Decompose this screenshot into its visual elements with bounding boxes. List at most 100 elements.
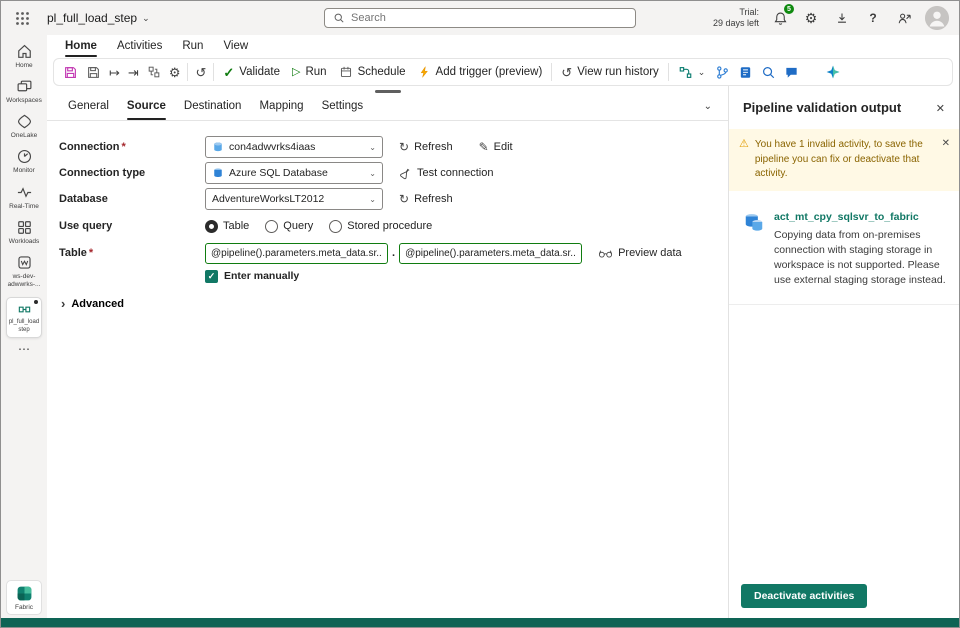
menu-tab-activities[interactable]: Activities (107, 35, 172, 57)
schedule-button[interactable]: Schedule (333, 60, 412, 84)
refresh-icon: ↻ (399, 192, 410, 206)
sidebar-item-workloads[interactable]: Workloads (2, 216, 46, 249)
enter-manually-checkbox[interactable]: ✓ (205, 269, 218, 283)
step-into-button[interactable]: ↦ (105, 60, 124, 84)
radio-table[interactable]: Table (205, 219, 249, 233)
tab-general[interactable]: General (59, 100, 118, 120)
sidebar-label: ws-dev-adwwrks-... (7, 272, 41, 288)
sidebar-item-realtime[interactable]: Real-Time (2, 181, 46, 214)
refresh-label: Refresh (414, 193, 453, 205)
tab-mapping[interactable]: Mapping (250, 100, 312, 120)
document-title[interactable]: pl_full_load_step ⌄ (47, 11, 150, 25)
connection-row: Connection * con4adwvrks4iaas ⌄ ↻ Refresh (59, 134, 728, 160)
tab-destination[interactable]: Destination (175, 100, 251, 120)
view-run-history-button[interactable]: ↺ View run history (555, 60, 665, 84)
sidebar-label: Fabric (14, 604, 34, 611)
sidebar-label: Workspaces (6, 97, 42, 105)
undo-button[interactable]: ↺ (191, 60, 210, 84)
database-row: Database AdventureWorksLT2012 ⌄ ↻ Refres… (59, 186, 728, 212)
dismiss-warning-button[interactable]: ✕ (940, 138, 952, 149)
zoom-button[interactable] (757, 60, 780, 84)
invalid-activity-item: act_mt_cpy_sqlsvr_to_fabric Copying data… (729, 191, 959, 306)
sidebar-item-onelake[interactable]: OneLake (2, 110, 46, 143)
user-avatar[interactable] (925, 6, 949, 30)
run-button[interactable]: ▷ Run (286, 60, 333, 84)
required-asterisk: * (121, 141, 126, 153)
pipeline-validation-panel: Pipeline validation output ✕ ⚠ You have … (728, 86, 959, 618)
share-button[interactable] (894, 8, 914, 28)
collapse-panel-button[interactable]: ⌄ (700, 101, 716, 120)
connection-type-row: Connection type Azure SQL Database ⌄ Tes… (59, 160, 728, 186)
sidebar-item-workspace-ws-dev[interactable]: ws-dev-adwwrks-... (2, 251, 46, 292)
warning-text: You have 1 invalid activity, to save the… (754, 139, 923, 179)
sidebar-more-button[interactable]: ⋯ (18, 341, 30, 356)
close-panel-button[interactable]: ✕ (932, 100, 949, 117)
tab-settings[interactable]: Settings (313, 100, 373, 120)
sidebar-item-home[interactable]: Home (2, 40, 46, 73)
table-schema-input[interactable] (205, 242, 388, 264)
help-button[interactable]: ? (863, 8, 883, 28)
notifications-button[interactable]: 5 (770, 4, 794, 28)
workspace-icon (17, 256, 31, 269)
connection-dropdown[interactable]: con4adwvrks4iaas ⌄ (205, 136, 383, 158)
tab-source[interactable]: Source (118, 100, 175, 120)
view-run-history-label: View run history (577, 66, 659, 78)
use-query-radio-group: Table Query Stored procedure (205, 219, 432, 233)
toolbar-separator (213, 63, 215, 81)
activity-name-link[interactable]: act_mt_cpy_sqlsvr_to_fabric (774, 211, 949, 223)
database-dropdown[interactable]: AdventureWorksLT2012 ⌄ (205, 188, 383, 210)
copilot-button[interactable] (821, 60, 845, 84)
main-area: Home Activities Run View ↦ ⇥ ⚙ ↺ ✓ Valid… (47, 35, 959, 618)
menu-tab-run[interactable]: Run (172, 35, 213, 57)
sidebar-item-monitor[interactable]: Monitor (2, 145, 46, 178)
onelake-icon (17, 114, 31, 129)
app-launcher-icon (15, 11, 29, 25)
refresh-label: Refresh (414, 141, 453, 153)
chat-icon (786, 67, 797, 78)
sidebar-item-fabric[interactable]: Fabric (6, 580, 42, 615)
notebook-button[interactable] (734, 60, 757, 84)
dataflow-menu-button[interactable]: ⌄ (672, 60, 712, 84)
app-launcher-button[interactable] (9, 5, 35, 31)
git-branch-icon (717, 65, 729, 79)
pipeline-settings-button[interactable]: ⚙ (165, 60, 185, 84)
add-trigger-button[interactable]: Add trigger (preview) (412, 60, 549, 84)
save-as-button[interactable] (82, 60, 105, 84)
advanced-toggle[interactable]: › Advanced (61, 296, 124, 311)
sidebar-label: pl_full_load step (8, 319, 40, 333)
deactivate-activities-button[interactable]: Deactivate activities (741, 584, 868, 608)
refresh-database-button[interactable]: ↻ Refresh (399, 193, 453, 205)
auto-layout-button[interactable] (143, 60, 165, 84)
save-button[interactable] (59, 60, 82, 84)
toolbar-ribbon: ↦ ⇥ ⚙ ↺ ✓ Validate ▷ Run Schedule Add tr… (53, 58, 953, 86)
radio-query[interactable]: Query (265, 219, 313, 233)
feedback-button[interactable] (780, 60, 803, 84)
enter-manually-row: ✓ Enter manually (59, 266, 728, 286)
refresh-connection-button[interactable]: ↻ Refresh (399, 141, 453, 153)
preview-data-button[interactable]: Preview data (598, 247, 682, 259)
menu-tab-view[interactable]: View (213, 35, 258, 57)
edit-connection-button[interactable]: ✎ Edit (479, 141, 513, 153)
search-input[interactable] (351, 12, 627, 24)
table-name-input[interactable] (399, 242, 583, 264)
connection-type-label: Connection type (59, 167, 146, 179)
radio-stored-procedure[interactable]: Stored procedure (329, 219, 432, 233)
source-control-button[interactable] (711, 60, 734, 84)
downloads-button[interactable] (832, 8, 852, 28)
auto-layout-icon (148, 66, 160, 78)
gear-icon: ⚙ (804, 9, 818, 26)
sidebar-item-workspaces[interactable]: Workspaces (2, 75, 46, 108)
dataflow-icon (679, 66, 692, 78)
menu-tab-home[interactable]: Home (55, 35, 107, 57)
search-icon (334, 13, 344, 23)
validate-button[interactable]: ✓ Validate (217, 60, 286, 84)
settings-button[interactable]: ⚙ (801, 8, 821, 28)
panel-drag-handle[interactable] (374, 90, 401, 93)
sidebar-item-pipeline-selected[interactable]: pl_full_load step (6, 297, 42, 338)
test-connection-button[interactable]: Test connection (399, 167, 493, 180)
connection-type-dropdown[interactable]: Azure SQL Database ⌄ (205, 162, 383, 184)
arrow-from-bar-icon: ↦ (109, 64, 120, 80)
step-out-button[interactable]: ⇥ (124, 60, 143, 84)
global-search[interactable] (324, 8, 636, 28)
use-query-row: Use query Table Query Stored procedure (59, 212, 728, 240)
